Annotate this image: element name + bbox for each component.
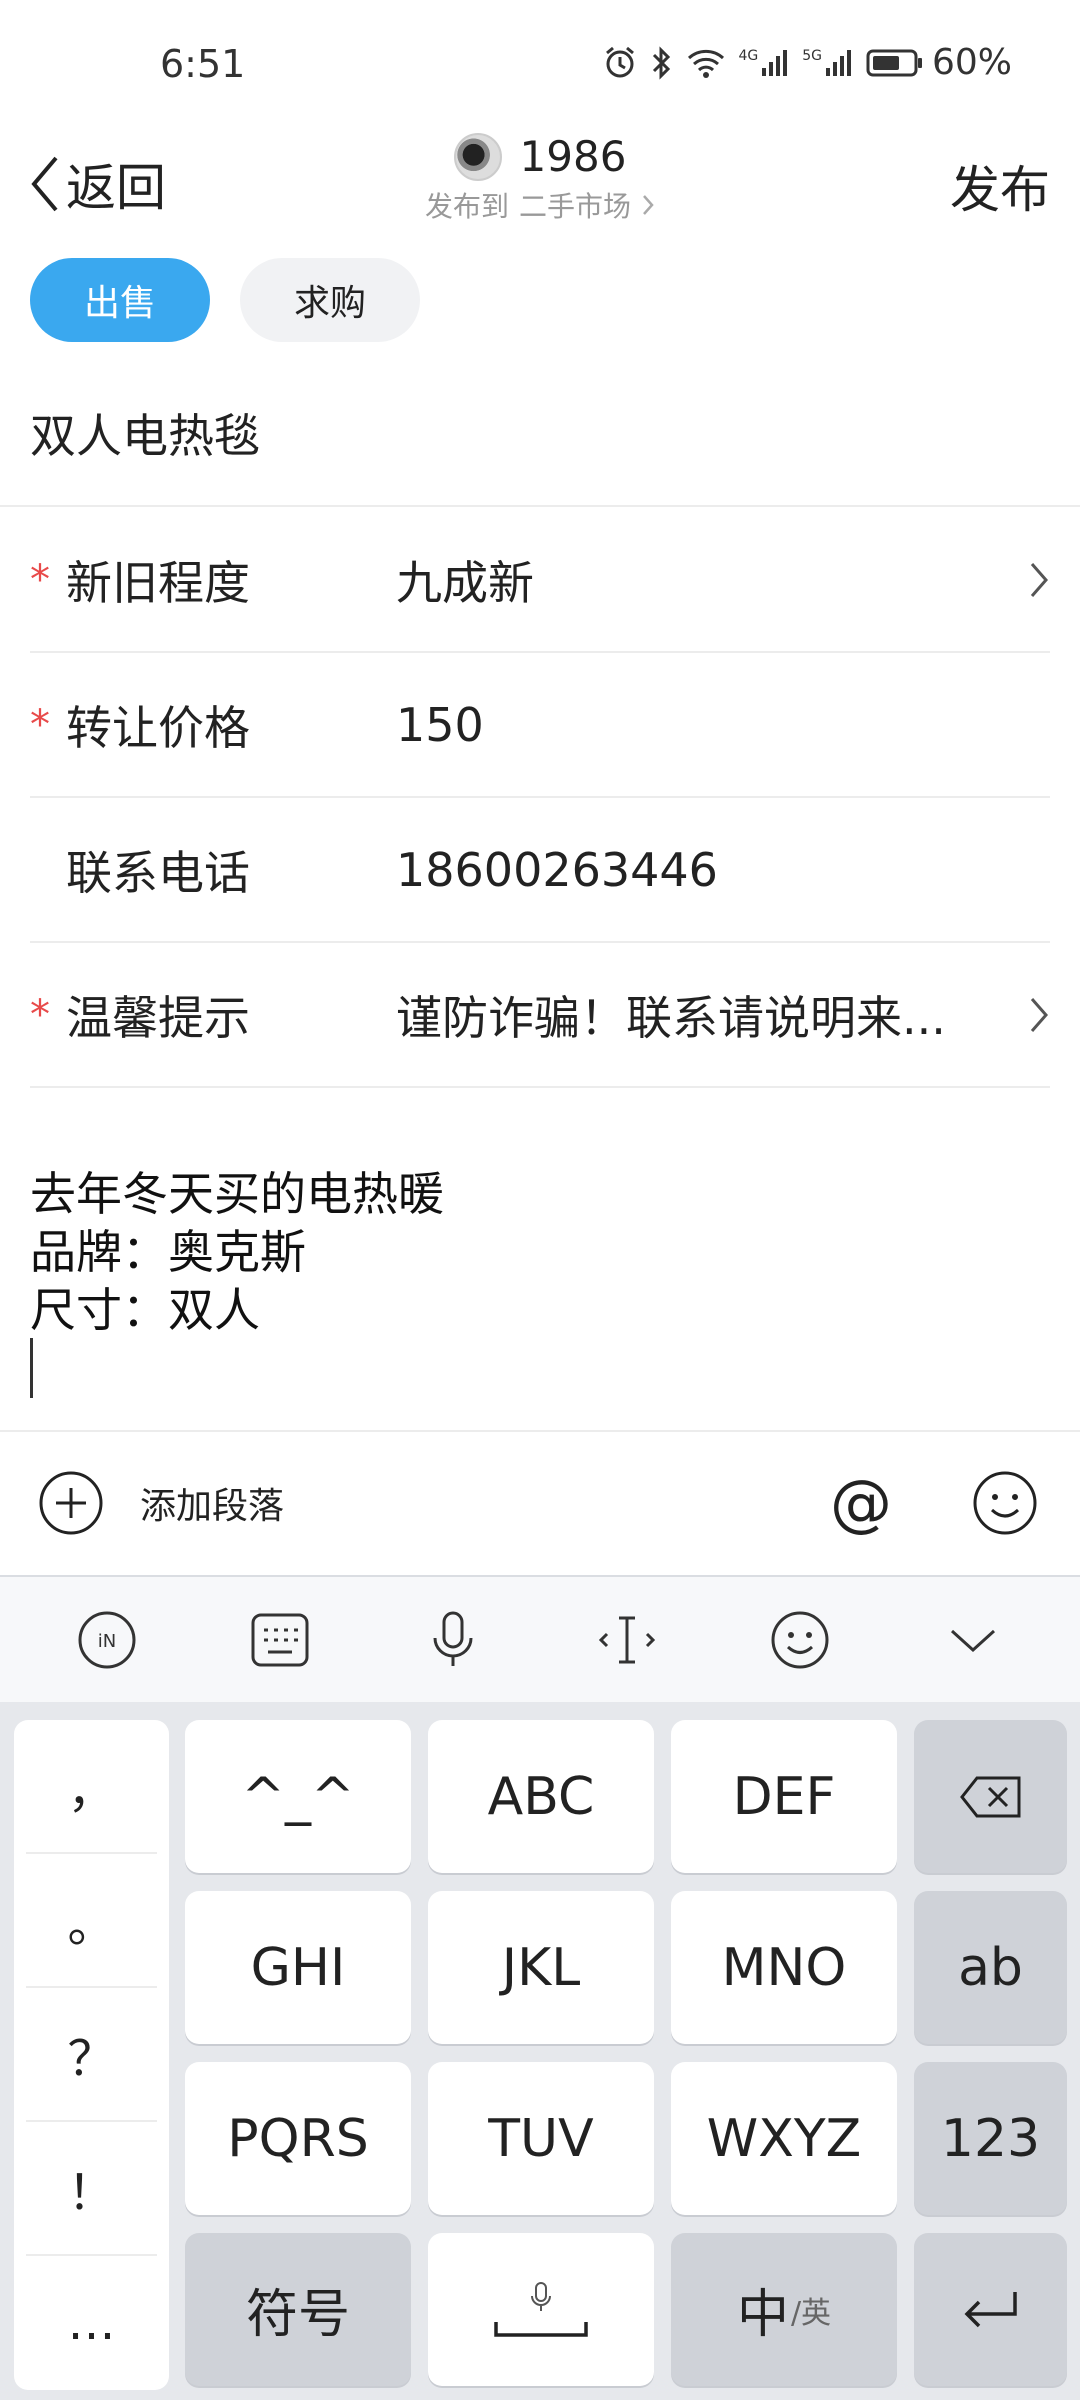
required-mark: * <box>30 991 50 1038</box>
divider <box>0 505 1080 507</box>
at-icon: @ <box>830 1466 892 1539</box>
key-123[interactable]: 123 <box>914 2062 1067 2215</box>
text-cursor <box>30 1338 33 1398</box>
description-line: 去年冬天买的电热暖 <box>30 1167 444 1221</box>
publish-to-label: 发布到 <box>424 190 509 223</box>
form-label: 转让价格 <box>66 700 250 755</box>
punct-key[interactable]: ！ <box>26 2122 157 2256</box>
form-row-price[interactable]: * 转让价格 150 <box>30 653 1050 798</box>
mention-button[interactable]: @ <box>830 1470 892 1536</box>
add-paragraph-label: 添加段落 <box>140 1486 285 1527</box>
title-input[interactable]: 双人电热毯 <box>30 400 260 466</box>
enter-key[interactable] <box>914 2233 1067 2386</box>
editor-toolbar: 添加段落 @ <box>0 1430 1080 1575</box>
key-mno[interactable]: MNO <box>671 1891 897 2044</box>
form-row-tips[interactable]: * 温馨提示 谨防诈骗！联系请说明来... <box>30 943 1050 1088</box>
tab-buy[interactable]: 求购 <box>240 258 420 342</box>
form-value[interactable]: 九成新 <box>396 547 1010 613</box>
username: 1986 <box>519 132 627 181</box>
form-label: 温馨提示 <box>66 990 250 1045</box>
required-mark: * <box>30 556 50 603</box>
form-row-phone[interactable]: 联系电话 18600263446 <box>30 798 1050 943</box>
backspace-key[interactable] <box>914 1720 1067 1873</box>
punct-key[interactable]: ？ <box>26 1988 157 2122</box>
battery-icon <box>866 49 922 76</box>
key-wxyz[interactable]: WXYZ <box>671 2062 897 2215</box>
chevron-right-icon <box>1010 560 1050 600</box>
space-bar-icon <box>494 2321 588 2337</box>
key-jkl[interactable]: JKL <box>428 1891 654 2044</box>
key-ghi[interactable]: GHI <box>185 1891 411 2044</box>
status-icons: 4G 5G 60% <box>602 42 1012 83</box>
svg-text:iN: iN <box>97 1631 115 1652</box>
phone-input[interactable]: 18600263446 <box>396 843 1010 897</box>
backspace-icon <box>959 1776 1020 1817</box>
keyboard-layout-icon[interactable] <box>220 1612 340 1668</box>
wifi-icon <box>686 46 726 80</box>
plus-circle-icon <box>39 1471 103 1535</box>
key-emoticon[interactable]: ^_^ <box>185 1720 411 1873</box>
signal-4g-icon: 4G <box>738 48 790 78</box>
text-cursor-icon[interactable] <box>567 1612 687 1668</box>
keyboard: iN ， 。 ？ ！ … ^_^ ABC DEF GHI JKL MNO ab … <box>0 1575 1080 2400</box>
ime-menu-icon[interactable]: iN <box>47 1610 167 1670</box>
smiley-icon <box>973 1471 1037 1535</box>
avatar <box>453 132 502 181</box>
punct-key[interactable]: ， <box>26 1720 157 1854</box>
form-label: 新旧程度 <box>66 555 250 610</box>
required-mark: * <box>30 701 50 748</box>
form-row-condition[interactable]: * 新旧程度 九成新 <box>30 508 1050 653</box>
header-center: 1986 发布到 二手市场 <box>0 128 1080 225</box>
description-line: 尺寸：双人 <box>30 1283 260 1337</box>
bluetooth-icon <box>650 45 674 81</box>
key-tuv[interactable]: TUV <box>428 2062 654 2215</box>
publish-target[interactable]: 发布到 二手市场 <box>425 185 655 225</box>
add-paragraph-button[interactable]: 添加段落 <box>38 1470 284 1536</box>
description-line: 品牌：奥克斯 <box>30 1225 306 1279</box>
punct-key[interactable]: 。 <box>26 1854 157 1988</box>
publish-button[interactable]: 发布 <box>950 150 1050 222</box>
signal-5g-icon: 5G <box>802 48 854 78</box>
key-ab[interactable]: ab <box>914 1891 1067 2044</box>
price-input[interactable]: 150 <box>396 698 1010 752</box>
key-def[interactable]: DEF <box>671 1720 897 1873</box>
punct-key[interactable]: … <box>26 2256 157 2390</box>
chevron-right-icon <box>1010 995 1050 1035</box>
battery: 60% <box>866 42 1012 83</box>
form-value[interactable]: 谨防诈骗！联系请说明来... <box>396 982 1010 1048</box>
market-label: 二手市场 <box>519 190 632 223</box>
microphone-icon[interactable] <box>393 1610 513 1670</box>
key-pqrs[interactable]: PQRS <box>185 2062 411 2215</box>
key-abc[interactable]: ABC <box>428 1720 654 1873</box>
tab-sell[interactable]: 出售 <box>30 258 210 342</box>
form-label: 联系电话 <box>66 845 250 900</box>
description-input[interactable]: 去年冬天买的电热暖 品牌：奥克斯 尺寸：双人 <box>30 1165 444 1339</box>
chevron-down-icon[interactable] <box>913 1625 1033 1655</box>
enter-icon <box>964 2291 1017 2327</box>
header: 返回 1986 发布到 二手市场 发布 <box>0 128 1080 248</box>
header-user: 1986 <box>453 132 627 181</box>
status-bar: 6:51 4G 5G 60% <box>0 0 1080 135</box>
smiley-icon[interactable] <box>740 1610 860 1670</box>
punctuation-column: ， 。 ？ ！ … <box>14 1720 169 2390</box>
emoji-button[interactable] <box>972 1470 1038 1540</box>
space-key[interactable] <box>428 2233 654 2386</box>
keyboard-toolbar: iN <box>0 1577 1080 1702</box>
symbol-key[interactable]: 符号 <box>185 2233 411 2386</box>
type-tabs: 出售 求购 <box>30 258 420 342</box>
lang-sub: /英 <box>790 2295 832 2331</box>
alarm-icon <box>602 45 638 81</box>
language-toggle-key[interactable]: 中/英 <box>671 2233 897 2386</box>
chevron-right-icon <box>643 195 654 215</box>
status-time: 6:51 <box>160 42 246 86</box>
microphone-icon <box>531 2281 551 2311</box>
lang-main: 中 <box>736 2285 789 2345</box>
